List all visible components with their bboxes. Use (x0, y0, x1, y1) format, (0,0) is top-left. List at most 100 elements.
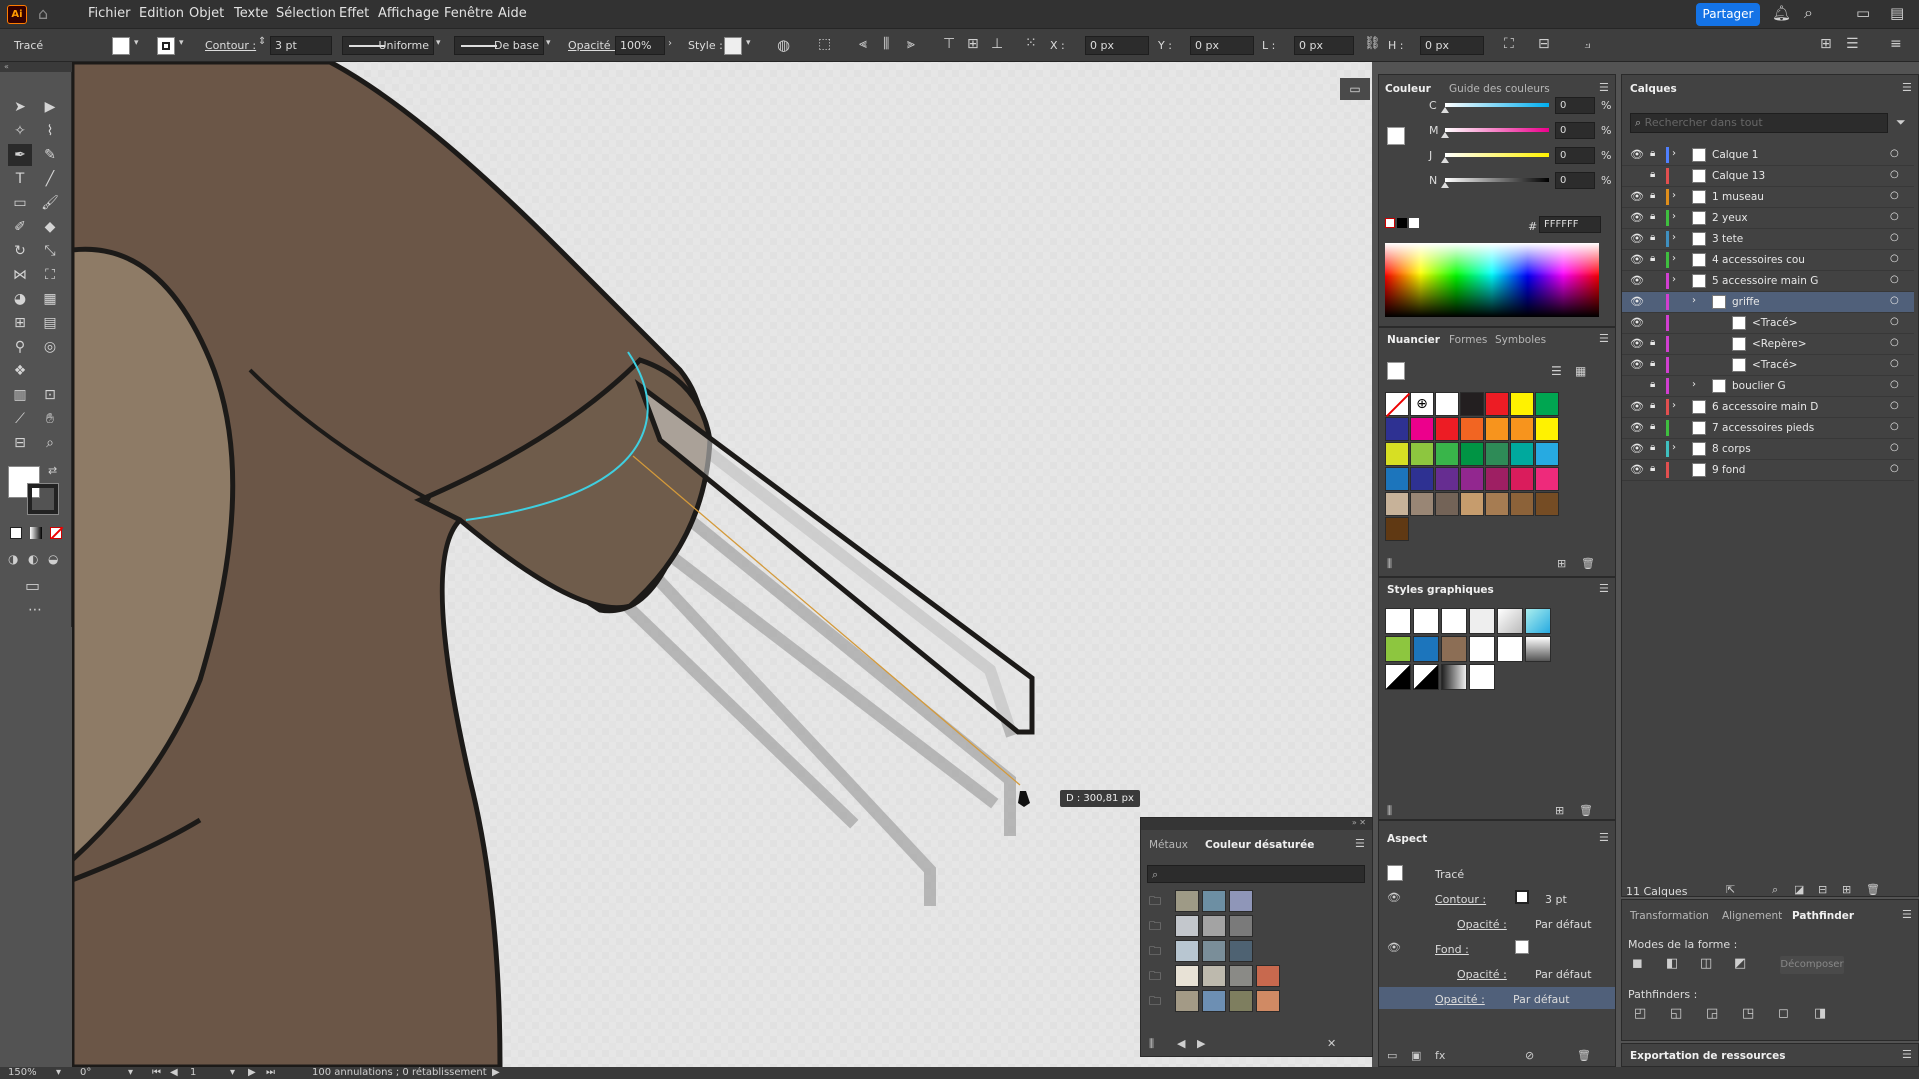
eye-icon[interactable]: 👁︎ (1630, 211, 1644, 224)
target-icon[interactable]: ○ (1890, 169, 1899, 180)
chevron-right-icon[interactable]: › (1692, 379, 1696, 390)
lock-icon[interactable]: 🔒︎ (1650, 148, 1655, 159)
contour-label[interactable]: Contour : (205, 39, 256, 52)
layer-name[interactable]: 6 accessoire main D (1712, 401, 1818, 413)
chevron-right-icon[interactable]: › (1672, 400, 1676, 411)
none-swatch[interactable] (1385, 218, 1395, 228)
swatch[interactable] (1385, 517, 1409, 541)
layer-row[interactable]: 🔒︎ Calque 13 ○ (1622, 166, 1914, 187)
artboard-tool-icon[interactable]: ⊡ (38, 384, 62, 406)
layer-row[interactable]: 👁︎ 🔒︎ › Calque 1 ○ (1622, 145, 1914, 166)
lock-icon[interactable]: 🔒︎ (1650, 358, 1655, 369)
perspective-grid-tool-icon[interactable]: ▦ (38, 288, 62, 310)
align-right-icon[interactable]: ⫸ (907, 36, 915, 52)
swatch[interactable] (1535, 492, 1559, 516)
delete-style-icon[interactable]: 🗑︎ (1579, 804, 1593, 817)
target-icon[interactable]: ○ (1890, 400, 1899, 411)
shape-builder-tool-icon[interactable]: ◕ (8, 288, 32, 310)
recolor-icon[interactable]: ◍ (777, 36, 790, 54)
library-swatch[interactable] (1229, 965, 1253, 987)
close-library-icon[interactable]: ✕ (1327, 1037, 1336, 1050)
swatch[interactable] (1460, 442, 1484, 466)
swatch[interactable] (1510, 467, 1534, 491)
layer-name[interactable]: Calque 1 (1712, 149, 1758, 161)
active-swatch[interactable] (1387, 362, 1405, 380)
swatch[interactable] (1510, 392, 1534, 416)
eye-icon[interactable]: 👁︎ (1630, 148, 1644, 161)
new-style-icon[interactable]: ⊞ (1555, 804, 1564, 817)
eye-icon[interactable]: 👁︎ (1630, 232, 1644, 245)
style-swatch[interactable] (724, 37, 742, 55)
target-icon[interactable]: ○ (1890, 421, 1899, 432)
pen-tool-icon[interactable]: ✒ (8, 144, 32, 166)
panel-menu-icon[interactable]: ⊞ (1820, 36, 1832, 52)
graphic-style-swatch[interactable] (1469, 664, 1495, 690)
free-transform-tool-icon[interactable]: ⛶ (38, 264, 62, 286)
swatch[interactable] (1460, 392, 1484, 416)
library-swatch[interactable] (1256, 990, 1280, 1012)
trim-icon[interactable]: ◱ (1670, 1006, 1682, 1021)
divide-icon[interactable]: ◰ (1634, 1006, 1646, 1021)
library-swatch[interactable] (1175, 940, 1199, 962)
graphic-style-swatch[interactable] (1441, 636, 1467, 662)
none-mode-button[interactable] (50, 526, 64, 540)
eye-icon[interactable]: 👁︎ (1630, 463, 1644, 476)
merge-icon[interactable]: ◲ (1706, 1006, 1718, 1021)
chevron-right-icon[interactable]: › (1692, 295, 1696, 306)
tab-metaux[interactable]: Métaux (1149, 839, 1188, 851)
minus-front-icon[interactable]: ◧ (1666, 956, 1678, 971)
global-opacity-row[interactable] (1379, 987, 1615, 1009)
locate-object-icon[interactable]: ⌕ (1772, 883, 1778, 897)
new-sublayer-icon[interactable]: ⊟ (1818, 883, 1827, 896)
hand-tool-icon[interactable]: ✋︎ (38, 408, 62, 430)
graph-tool-icon[interactable]: ▥ (8, 384, 32, 406)
graphic-style-swatch[interactable] (1497, 608, 1523, 634)
lock-icon[interactable]: 🔒︎ (1650, 337, 1655, 348)
swatch[interactable] (1485, 492, 1509, 516)
swatch[interactable] (1435, 392, 1459, 416)
draw-behind-icon[interactable]: ◐ (28, 552, 38, 566)
delete-swatch-icon[interactable]: 🗑︎ (1581, 557, 1595, 570)
rectangle-tool-icon[interactable]: ▭ (8, 192, 32, 214)
swatch[interactable] (1535, 467, 1559, 491)
panel-menu-icon[interactable]: ☰ (1599, 582, 1609, 595)
chevron-down-icon[interactable]: ▾ (546, 38, 551, 48)
align-left-icon[interactable]: ⫷ (859, 36, 867, 52)
layer-name[interactable]: 4 accessoires cou (1712, 254, 1805, 266)
lasso-tool-icon[interactable]: ⌇ (38, 120, 62, 142)
screen-mode-icon[interactable]: ▭ (25, 576, 40, 595)
width-tool-icon[interactable]: ⋈ (8, 264, 32, 286)
next-icon[interactable]: ▶ (1197, 1037, 1205, 1050)
swatch[interactable] (1510, 442, 1534, 466)
target-icon[interactable]: ○ (1890, 463, 1899, 474)
tab-symboles[interactable]: Symboles (1495, 334, 1546, 346)
fx-icon[interactable]: fx (1435, 1049, 1445, 1062)
eye-icon[interactable]: 👁︎ (1630, 316, 1644, 329)
contour-label[interactable]: Contour : (1435, 893, 1486, 906)
reference-point-icon[interactable]: ⁙ (1025, 35, 1037, 51)
library-swatch[interactable] (1175, 915, 1199, 937)
fill-swatch[interactable] (1515, 940, 1529, 954)
target-icon[interactable]: ○ (1890, 442, 1899, 453)
library-swatch[interactable] (1202, 915, 1226, 937)
graphic-style-swatch[interactable] (1525, 608, 1551, 634)
clipping-mask-icon[interactable]: ◪ (1794, 883, 1804, 896)
layer-row[interactable]: 👁︎ 🔒︎ <Tracé> ○ (1622, 355, 1914, 376)
scale-tool-icon[interactable]: ⤡ (38, 240, 62, 262)
eye-icon[interactable]: 👁︎ (1630, 337, 1644, 350)
curvature-tool-icon[interactable]: ✎ (38, 144, 62, 166)
layer-name[interactable]: 8 corps (1712, 443, 1751, 455)
library-swatch[interactable] (1202, 965, 1226, 987)
swatch[interactable] (1385, 492, 1409, 516)
eye-icon[interactable]: 👁︎ (1630, 442, 1644, 455)
gradient-tool-icon[interactable]: ▤ (38, 312, 62, 334)
mesh-tool-icon[interactable]: ⊞ (8, 312, 32, 334)
color-mode-button[interactable] (10, 527, 22, 539)
distribute-icon[interactable]: ⊟ (1538, 36, 1550, 52)
rotate-tool-icon[interactable]: ↻ (8, 240, 32, 262)
home-icon[interactable]: ⌂ (38, 4, 48, 23)
target-icon[interactable]: ○ (1890, 211, 1899, 222)
add-stroke-icon[interactable]: ▭ (1387, 1049, 1397, 1062)
new-layer-icon[interactable]: ⊞ (1842, 883, 1851, 896)
fill-swatch[interactable] (112, 37, 130, 55)
